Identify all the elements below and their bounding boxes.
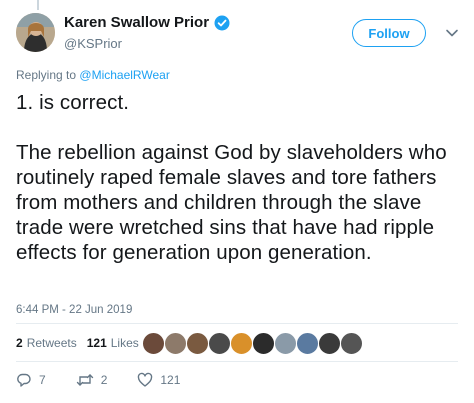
retweet-icon — [76, 372, 94, 388]
tweet-text-paragraph: The rebellion against God by slaveholder… — [16, 141, 447, 264]
liker-avatar[interactable] — [252, 332, 275, 355]
divider — [16, 323, 458, 324]
reply-icon — [16, 372, 32, 388]
likes-count: 121 — [86, 336, 107, 350]
liker-avatar[interactable] — [296, 332, 319, 355]
liker-avatar[interactable] — [164, 332, 187, 355]
liker-avatar[interactable] — [230, 332, 253, 355]
avatar[interactable] — [16, 13, 55, 52]
retweets-stat[interactable]: 2 Retweets — [16, 336, 77, 350]
retweets-count: 2 — [16, 336, 23, 350]
divider — [16, 361, 458, 362]
liker-avatar[interactable] — [318, 332, 341, 355]
replying-to-line: Replying to @MichaelRWear — [16, 68, 170, 82]
tweet-stats: 2 Retweets 121 Likes — [16, 334, 139, 352]
follow-button[interactable]: Follow — [352, 19, 426, 47]
replying-to-link[interactable]: @MichaelRWear — [79, 68, 169, 82]
likes-label: Likes — [110, 336, 139, 350]
verified-badge-icon — [214, 15, 230, 31]
retweet-button[interactable]: 2 — [76, 372, 108, 388]
author-display-name[interactable]: Karen Swallow Prior — [64, 14, 209, 31]
liker-avatar[interactable] — [340, 332, 363, 355]
liker-avatar[interactable] — [208, 332, 231, 355]
liker-avatar[interactable] — [186, 332, 209, 355]
retweet-count: 2 — [100, 373, 108, 387]
like-count: 121 — [160, 373, 181, 387]
retweets-label: Retweets — [26, 336, 77, 350]
tweet-text-line: 1. is correct. — [16, 91, 130, 114]
liker-avatars — [142, 332, 363, 355]
tweet-timestamp[interactable]: 6:44 PM - 22 Jun 2019 — [16, 304, 132, 316]
thread-connector-line — [37, 0, 39, 10]
author-handle[interactable]: @KSPrior — [64, 36, 230, 51]
author-info: Karen Swallow Prior @KSPrior — [64, 14, 230, 51]
likes-stat[interactable]: 121 Likes — [87, 336, 139, 350]
replying-to-prefix: Replying to — [16, 68, 77, 82]
tweet-text: 1. is correct. The rebellion against God… — [16, 90, 462, 265]
reply-count: 7 — [39, 373, 46, 387]
tweet-actions: 7 2 121 — [16, 372, 210, 388]
reply-button[interactable]: 7 — [16, 372, 46, 388]
like-button[interactable]: 121 — [137, 372, 180, 388]
liker-avatar[interactable] — [274, 332, 297, 355]
heart-icon — [137, 372, 153, 388]
liker-avatar[interactable] — [142, 332, 165, 355]
chevron-down-icon[interactable] — [445, 26, 459, 40]
